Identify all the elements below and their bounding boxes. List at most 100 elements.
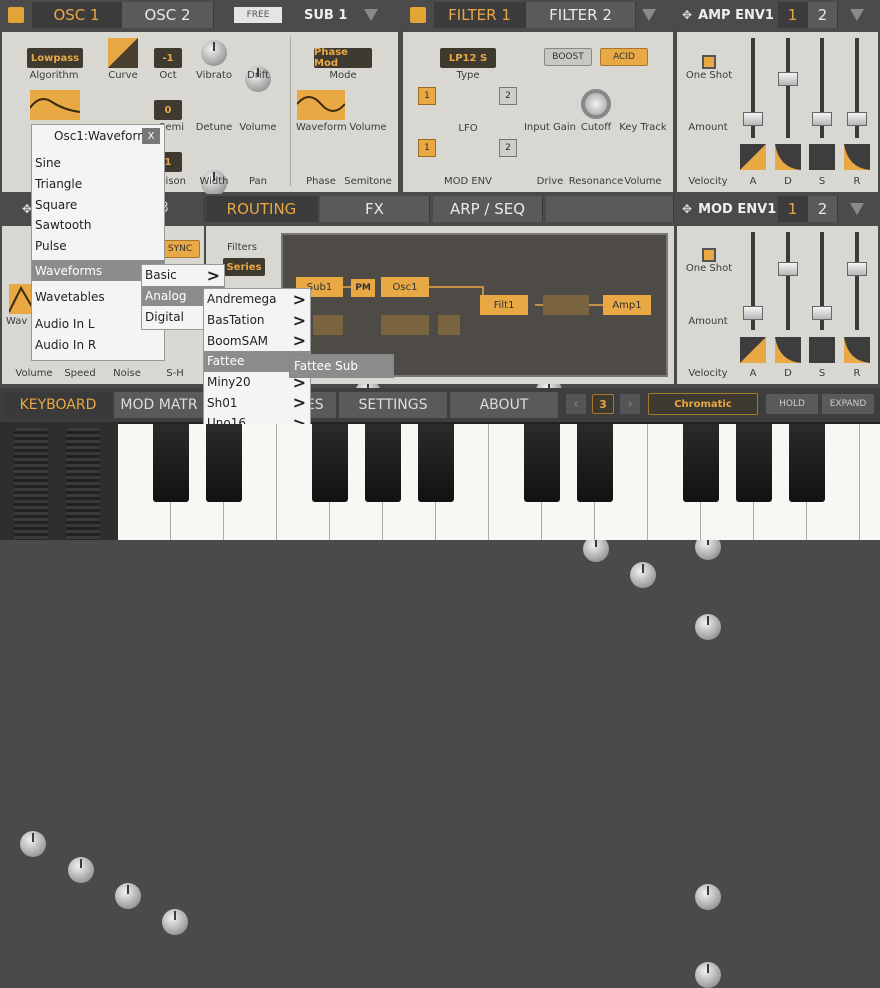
pm-waveform-display[interactable] [297,90,345,120]
tab-sub1[interactable]: SUB 1 [304,8,364,23]
black-key[interactable] [736,424,772,502]
tab-osc1[interactable]: OSC 1 [32,2,122,28]
mod-release-slider[interactable] [847,262,867,276]
lfo-2-button[interactable]: 2 [499,87,517,105]
semi-display[interactable]: 0 [154,100,182,120]
tab-arp-seq[interactable]: ARP / SEQ [433,196,543,222]
move-handle-icon[interactable]: ✥ [682,8,692,22]
tab-settings[interactable]: SETTINGS [339,392,447,418]
tab-about[interactable]: ABOUT [450,392,558,418]
mod-velocity-knob[interactable] [695,962,721,988]
wave-display[interactable] [30,90,80,120]
sh-knob[interactable] [162,909,188,935]
oct-display[interactable]: -1 [154,48,182,68]
decay-slider[interactable] [778,72,798,86]
noise-knob[interactable] [115,883,141,909]
mod-attack-curve-icon[interactable] [740,337,766,363]
black-key[interactable] [683,424,719,502]
sustain-curve-icon[interactable] [809,144,835,170]
attack-curve-icon[interactable] [740,144,766,170]
expand-button[interactable]: EXPAND [822,394,874,414]
velocity-knob[interactable] [695,614,721,640]
lfo-volume-knob[interactable] [20,831,46,857]
pitch-wheel[interactable] [14,428,48,540]
menu-item[interactable]: Triangle [32,174,164,195]
phase-mod-display[interactable]: Phase Mod [314,47,372,69]
one-shot-checkbox[interactable] [702,55,716,69]
tab-filter2[interactable]: FILTER 2 [526,2,636,28]
amp1-node[interactable]: Amp1 [603,295,651,315]
tab-fx[interactable]: FX [320,196,430,222]
release-curve-icon[interactable] [844,144,870,170]
chevron-down-icon[interactable] [850,9,865,21]
octave-up-icon[interactable]: › [620,394,640,414]
free-button[interactable]: FREE [234,7,282,23]
black-key[interactable] [418,424,454,502]
filter2-node[interactable] [543,295,589,315]
series-button[interactable]: Series [223,258,265,276]
submenu-item[interactable]: Sh01 > [204,392,310,413]
black-key[interactable] [206,424,242,502]
scale-selector[interactable]: Chromatic [648,393,758,415]
decay-curve-icon[interactable] [775,144,801,170]
menu-item[interactable]: Pulse [32,236,164,257]
chevron-down-icon[interactable] [642,9,656,21]
vibrato-knob[interactable] [201,40,227,66]
sustain-slider[interactable] [812,112,832,126]
filt1-node[interactable]: Filt1 [480,295,528,315]
env-1-button[interactable]: 1 [418,139,436,157]
mod-one-shot-checkbox[interactable] [702,248,716,262]
env-2-button[interactable]: 2 [499,139,517,157]
submenu-item[interactable]: BasTation > [204,310,310,331]
chevron-down-icon[interactable] [850,203,865,215]
octave-down-icon[interactable]: ‹ [566,394,586,414]
cutoff-knob[interactable] [581,89,611,119]
tab-keyboard[interactable]: KEYBOARD [4,392,112,418]
white-key[interactable] [860,424,880,540]
hold-button[interactable]: HOLD [766,394,818,414]
lfo-1-button[interactable]: 1 [418,87,436,105]
submenu-item[interactable]: BoomSAM > [204,330,310,351]
mod-wheel[interactable] [66,428,100,540]
tab-filter1[interactable]: FILTER 1 [434,2,526,28]
speed-knob[interactable] [68,857,94,883]
tab-osc2[interactable]: OSC 2 [122,2,214,28]
menu-item-audio-r[interactable]: Audio In R [32,335,164,356]
tab-routing[interactable]: ROUTING [206,196,318,222]
black-key[interactable] [577,424,613,502]
algorithm-display[interactable]: Lowpass [27,48,83,68]
mod-release-curve-icon[interactable] [844,337,870,363]
move-handle-icon[interactable]: ✥ [682,202,692,216]
mod-attack-slider[interactable] [743,306,763,320]
mod-env-2[interactable]: 2 [808,196,839,222]
attack-slider[interactable] [743,112,763,126]
chevron-down-icon[interactable] [364,9,378,21]
filter-power-toggle[interactable] [410,7,426,23]
pm-node[interactable]: PM [351,279,375,297]
black-key[interactable] [524,424,560,502]
menu-item[interactable]: Sine [32,153,164,174]
curve-display[interactable] [108,38,138,68]
mod-env-1[interactable]: 1 [778,196,809,222]
black-key[interactable] [153,424,189,502]
amp-env-1[interactable]: 1 [778,2,809,28]
mod-decay-slider[interactable] [778,262,798,276]
tab-empty[interactable] [546,196,674,222]
black-key[interactable] [789,424,825,502]
disabled-osc-node[interactable] [381,315,429,335]
menu-item-fattee-sub[interactable]: Fattee Sub [291,356,392,377]
disabled-pm-node[interactable] [438,315,460,335]
boost-button[interactable]: BOOST [544,48,592,66]
mod-decay-curve-icon[interactable] [775,337,801,363]
filter-type-display[interactable]: LP12 S [440,48,496,68]
osc1-node[interactable]: Osc1 [381,277,429,297]
disabled-node[interactable] [313,315,343,335]
release-slider[interactable] [847,112,867,126]
mod-sustain-slider[interactable] [812,306,832,320]
mod-sustain-curve-icon[interactable] [809,337,835,363]
mod-amount-knob[interactable] [695,884,721,910]
amp-env-2[interactable]: 2 [808,2,839,28]
sync-button[interactable]: SYNC [160,240,200,258]
filter-volume-knob[interactable] [630,562,656,588]
black-key[interactable] [365,424,401,502]
